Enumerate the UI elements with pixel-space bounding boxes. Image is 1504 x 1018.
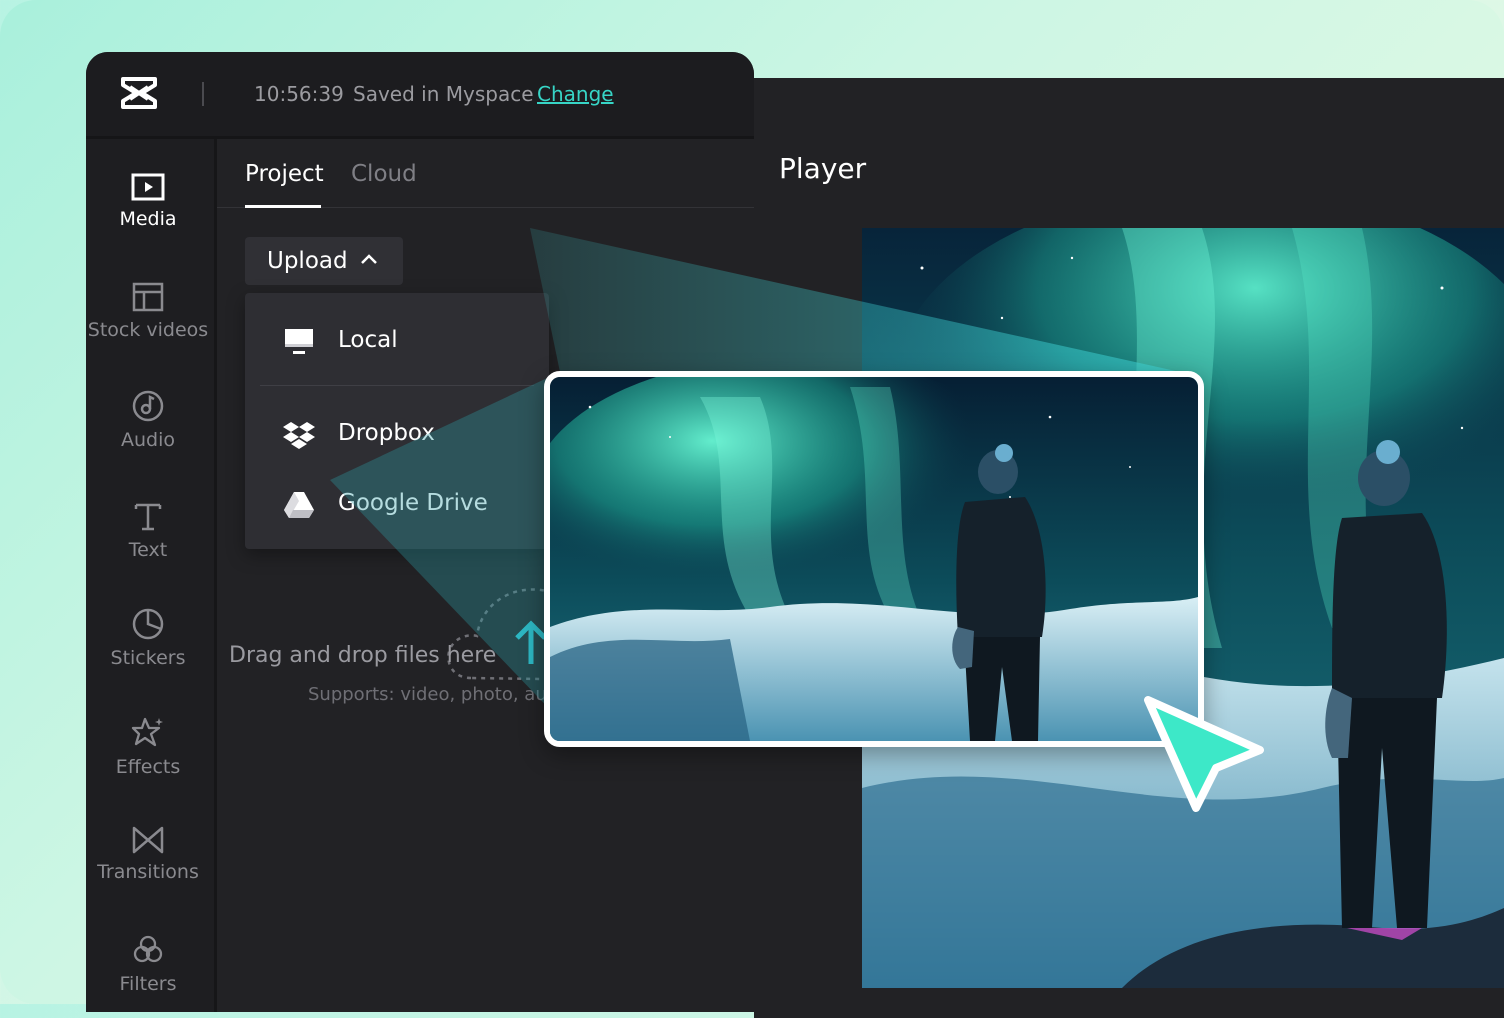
- capcut-logo-icon[interactable]: [120, 76, 158, 110]
- upload-label: Upload: [267, 248, 348, 274]
- sparkle-star-icon: [131, 717, 163, 747]
- media-play-icon: [131, 173, 165, 201]
- monitor-icon: [285, 329, 313, 354]
- drag-drop-text: Drag and drop files here: [229, 643, 497, 668]
- tab-cloud[interactable]: Cloud: [351, 161, 417, 187]
- save-time: 10:56:39: [254, 82, 344, 106]
- dropbox-icon: [283, 422, 315, 449]
- change-location-link[interactable]: Change: [537, 82, 614, 106]
- filters-circles-icon: [133, 935, 163, 963]
- zoomed-video-card[interactable]: [544, 371, 1204, 747]
- sidebar-item-label: Audio: [120, 429, 175, 451]
- chevron-up-icon: [361, 254, 377, 264]
- player-title: Player: [779, 152, 867, 185]
- menu-item-local[interactable]: Local: [245, 313, 549, 369]
- music-note-icon: [132, 390, 164, 422]
- sidebar-item-label: Stock videos: [87, 319, 209, 341]
- sidebar-item-label: Transitions: [97, 861, 199, 883]
- upload-button[interactable]: Upload: [245, 237, 403, 285]
- topbar-separator: [202, 82, 204, 106]
- menu-item-label: Local: [338, 327, 398, 353]
- cursor-arrow-icon: [1144, 696, 1264, 812]
- sidebar-item-stock-videos[interactable]: Stock videos: [86, 281, 210, 371]
- menu-item-label: Google Drive: [338, 490, 488, 516]
- supported-formats-text: Supports: video, photo, audio: [308, 684, 575, 705]
- sidebar-item-transitions[interactable]: Transitions: [86, 825, 210, 915]
- sidebar-item-label: Stickers: [110, 647, 186, 669]
- sidebar-item-text[interactable]: Text: [86, 499, 210, 589]
- menu-item-dropbox[interactable]: Dropbox: [245, 406, 549, 462]
- media-tabs: Project Cloud: [217, 139, 754, 208]
- sidebar-item-audio[interactable]: Audio: [86, 389, 210, 479]
- sidebar-item-label: Effects: [115, 756, 181, 778]
- tab-project[interactable]: Project: [245, 161, 324, 187]
- save-status: Saved in Myspace: [353, 82, 534, 106]
- sidebar-item-label: Media: [119, 208, 177, 230]
- sidebar-item-media[interactable]: Media: [86, 172, 210, 262]
- active-tab-indicator: [245, 205, 321, 208]
- menu-item-label: Dropbox: [338, 420, 435, 446]
- bowtie-transition-icon: [132, 826, 164, 854]
- google-drive-icon: [284, 492, 314, 518]
- sidebar-item-stickers[interactable]: Stickers: [86, 607, 210, 697]
- sidebar-item-label: Filters: [119, 973, 177, 995]
- sidebar: Media Stock videos Audio Text Stickers E…: [86, 139, 217, 1012]
- upload-dropdown-menu: Local Dropbox Google Drive: [245, 293, 549, 549]
- sidebar-item-label: Text: [128, 539, 168, 561]
- menu-item-google-drive[interactable]: Google Drive: [245, 476, 549, 532]
- layout-grid-icon: [132, 282, 164, 312]
- text-t-icon: [134, 503, 162, 531]
- sidebar-item-filters[interactable]: Filters: [86, 933, 210, 1012]
- sticker-icon: [132, 608, 164, 640]
- sidebar-item-effects[interactable]: Effects: [86, 716, 210, 806]
- menu-divider: [260, 385, 534, 386]
- top-bar: 10:56:39 Saved in Myspace Change: [86, 52, 754, 139]
